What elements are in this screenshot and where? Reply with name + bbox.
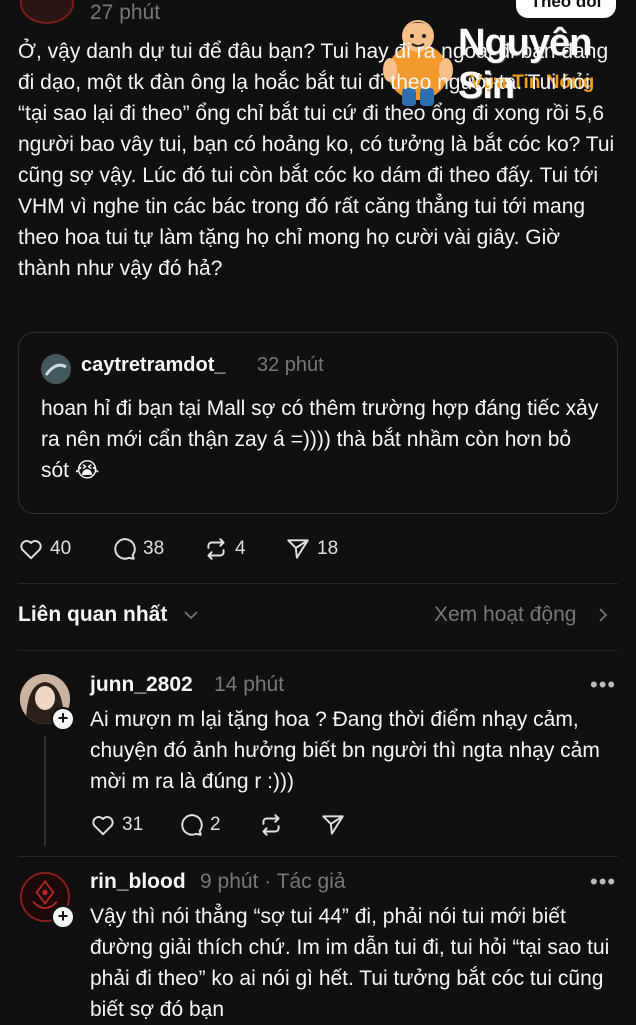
like-button[interactable]: 40: [18, 536, 71, 562]
comment-icon: [181, 814, 203, 836]
post-text: Ở, vậy danh dự tui để đâu bạn? Tui hay đ…: [18, 40, 615, 280]
post-time: 27 phút: [90, 1, 161, 24]
reply-share-button[interactable]: [320, 812, 346, 838]
more-options-icon[interactable]: •••: [590, 869, 616, 895]
reply-like-count: 31: [122, 814, 144, 835]
repost-button[interactable]: 4: [203, 536, 246, 562]
comment-icon: [114, 538, 136, 560]
reply-like-button[interactable]: 31: [90, 812, 143, 838]
view-activity-link[interactable]: Xem hoạt động: [434, 603, 576, 627]
follow-button[interactable]: Theo dõi: [516, 0, 616, 18]
reply-comment-button[interactable]: 2: [178, 812, 221, 838]
reply-repost-button[interactable]: [258, 812, 284, 838]
reply-username[interactable]: junn_2802: [90, 673, 193, 697]
quoted-post[interactable]: caytretramdot_ 32 phút hoan hỉ đi bạn tạ…: [18, 332, 618, 514]
repost-icon: [262, 814, 280, 836]
reply-comment-count: 2: [210, 814, 221, 835]
quote-avatar[interactable]: [41, 354, 71, 384]
divider: [18, 856, 618, 857]
send-icon: [287, 539, 309, 559]
follow-plus-button[interactable]: +: [51, 707, 75, 731]
reply-text: Vậy thì nói thẳng “sợ tui 44” đi, phải n…: [90, 905, 610, 1021]
share-button[interactable]: 18: [285, 536, 338, 562]
divider: [18, 650, 618, 651]
comment-button[interactable]: 38: [111, 536, 164, 562]
heart-icon: [92, 816, 114, 836]
reply-username[interactable]: rin_blood: [90, 870, 186, 894]
chevron-right-icon[interactable]: [594, 606, 612, 624]
author-avatar[interactable]: [20, 0, 74, 24]
thread-line: [44, 736, 46, 846]
share-count: 18: [317, 538, 339, 559]
reply-time-author: 9 phút · Tác giả: [200, 870, 346, 893]
repost-icon: [207, 538, 225, 560]
quote-time: 32 phút: [257, 354, 324, 376]
quote-text: hoan hỉ đi bạn tại Mall sợ có thêm trườn…: [41, 397, 599, 482]
quote-username[interactable]: caytretramdot_: [81, 354, 226, 377]
heart-icon: [20, 540, 42, 560]
repost-count: 4: [235, 538, 246, 559]
send-icon: [322, 815, 344, 835]
comment-count: 38: [143, 538, 165, 559]
divider: [18, 583, 618, 584]
like-count: 40: [50, 538, 72, 559]
more-options-icon[interactable]: •••: [590, 672, 616, 698]
chevron-down-icon[interactable]: [182, 606, 200, 624]
reply-text: Ai mượn m lại tặng hoa ? Đang thời điểm …: [90, 708, 600, 793]
follow-plus-button[interactable]: +: [51, 905, 75, 929]
sort-dropdown[interactable]: Liên quan nhất: [18, 603, 167, 627]
quote-avatar-icon: [42, 355, 70, 383]
reply-time: 14 phút: [214, 673, 285, 696]
